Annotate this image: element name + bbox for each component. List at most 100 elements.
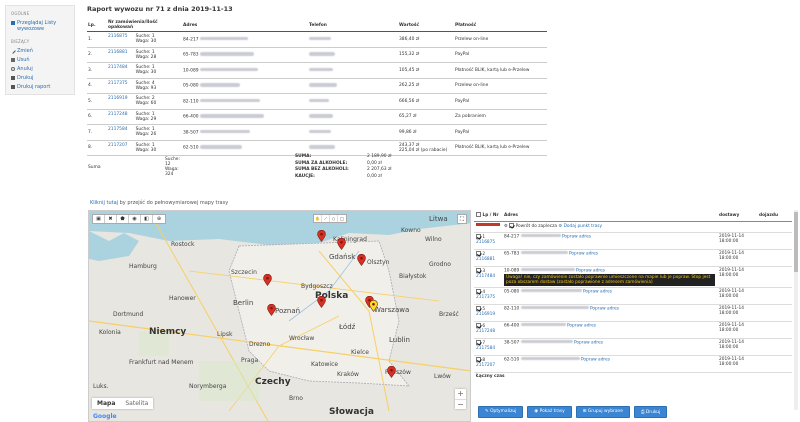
sums-block: SUMA: 2 189,90 zł SUMA ZA ALKOHOLE: 0,00 z… bbox=[295, 154, 392, 180]
stop-checkbox[interactable] bbox=[476, 233, 481, 239]
stop-checkbox[interactable] bbox=[476, 339, 481, 345]
order-link[interactable]: 2116875 bbox=[108, 34, 128, 44]
route-map[interactable]: ▣ ✖ ⬟ ◉ ◧ ⊕ ✋ ⟋ ○ □ ⛶ Litwa Kaliningrad … bbox=[88, 210, 471, 422]
map-label-czechy: Czechy bbox=[255, 377, 291, 387]
order-link[interactable]: 2117207 bbox=[108, 143, 128, 153]
map-type-map[interactable]: Mapa bbox=[92, 398, 120, 409]
table-row: 3. 2117484 Suche: 1 Waga: 30 10-089 105,45 … bbox=[87, 62, 547, 79]
sidebar-item-browse-lists[interactable]: Przeglądaj Listy wywozowe bbox=[6, 18, 74, 33]
map-link-text: Kliknij tutaj by przejść do pełnowymiaro… bbox=[90, 200, 229, 206]
map-label-wilno: Wilno bbox=[425, 236, 442, 243]
fix-address-link[interactable]: Popraw adres bbox=[569, 251, 598, 256]
order-link[interactable]: 2117248 bbox=[108, 112, 128, 122]
cancel-icon bbox=[11, 66, 15, 71]
row-lp: 2. bbox=[87, 47, 107, 63]
layer-tool-icon[interactable]: ◧ bbox=[141, 215, 153, 223]
sidebar-item-delete[interactable]: Usuń bbox=[6, 55, 74, 64]
sidebar-item-edit[interactable]: Zmień bbox=[6, 46, 74, 55]
order-link[interactable]: 2117484 bbox=[108, 65, 128, 75]
stop-order-link[interactable]: 2117248 bbox=[476, 329, 495, 334]
map-type-satellite[interactable]: Satelita bbox=[120, 398, 153, 409]
fix-address-link[interactable]: Popraw adres bbox=[574, 340, 603, 345]
row-payment: Przelew on-line bbox=[454, 31, 547, 48]
list-item: 3 2117484 10-089 Popraw adres Uwaga! nie, c… bbox=[474, 266, 792, 288]
add-route-point-link[interactable]: Dodaj punkt trasy bbox=[564, 224, 602, 229]
sidebar-item-label: Drukuj bbox=[17, 74, 34, 81]
fix-address-link[interactable]: Popraw adres bbox=[576, 268, 605, 273]
zoom-tool-icon[interactable]: ⊕ bbox=[153, 215, 165, 223]
table-row: 5. 2116919 Suche: 2 Waga: 60 82-110 666,56 … bbox=[87, 93, 547, 110]
sidebar-group-general: OGÓLNE bbox=[11, 11, 30, 16]
polygon-tool-icon[interactable]: ⬟ bbox=[117, 215, 129, 223]
map-label-brno: Brno bbox=[289, 395, 303, 402]
stop-checkbox[interactable] bbox=[476, 250, 481, 256]
map-label-bialystok: Białystok bbox=[399, 273, 427, 280]
print-icon bbox=[11, 84, 15, 89]
zoom-control: + − bbox=[455, 389, 466, 409]
stop-order-link[interactable]: 2117484 bbox=[476, 274, 495, 279]
sidebar-item-print[interactable]: Drukuj bbox=[6, 73, 74, 82]
col-address: Adres bbox=[182, 19, 308, 32]
row-phone bbox=[308, 62, 398, 79]
fix-address-link[interactable]: Popraw adres bbox=[583, 289, 612, 294]
zoom-out-icon[interactable]: − bbox=[455, 399, 466, 409]
row-phone bbox=[308, 78, 398, 94]
stop-checkbox[interactable] bbox=[476, 305, 481, 311]
gear-icon[interactable]: ⚙ bbox=[504, 224, 508, 229]
stop-checkbox[interactable] bbox=[476, 288, 481, 294]
map-label-szczecin: Szczecin bbox=[231, 269, 257, 276]
close-tool-icon[interactable]: ✖ bbox=[105, 215, 117, 223]
sidebar-item-label: Zmień bbox=[17, 47, 33, 54]
stop-checkbox[interactable] bbox=[476, 267, 481, 273]
circle-icon[interactable]: ○ bbox=[330, 215, 338, 222]
order-link[interactable]: 2116881 bbox=[108, 50, 128, 60]
list-icon bbox=[11, 20, 15, 25]
sidebar-item-cancel[interactable]: Anuluj bbox=[6, 64, 74, 73]
select-all-checkbox[interactable] bbox=[476, 212, 481, 218]
order-link[interactable]: 2116919 bbox=[108, 96, 128, 106]
sidebar: OGÓLNE Przeglądaj Listy wywozowe BIEŻĄCY… bbox=[5, 5, 75, 95]
fullscreen-icon[interactable]: ⛶ bbox=[457, 214, 467, 224]
sidebar-item-label: Anuluj bbox=[17, 65, 33, 72]
stop-order-link[interactable]: 2116881 bbox=[476, 257, 495, 262]
stop-checkbox[interactable] bbox=[476, 322, 481, 328]
stop-order-link[interactable]: 2117375 bbox=[476, 295, 495, 300]
stop-order-link[interactable]: 2117207 bbox=[476, 363, 495, 368]
stop-order-link[interactable]: 2117584 bbox=[476, 346, 495, 351]
fix-address-link[interactable]: Popraw adres bbox=[567, 323, 596, 328]
scrollbar-thumb[interactable] bbox=[794, 212, 798, 272]
list-item: 5 2116919 82-110 Popraw adres 2019-11-14 18:… bbox=[474, 304, 792, 322]
stop-order-link[interactable]: 2116875 bbox=[476, 240, 495, 245]
row-address: 84-217 bbox=[182, 31, 308, 48]
print-button[interactable]: ⎙ Drukuj bbox=[634, 406, 668, 418]
optimize-button[interactable]: ✎ Optymalizuj bbox=[478, 406, 524, 418]
sidebar-item-label: Drukuj raport bbox=[17, 83, 51, 90]
full-map-link[interactable]: Kliknij tutaj bbox=[90, 200, 118, 206]
order-link[interactable]: 2117375 bbox=[108, 81, 128, 91]
map-drawing-toolbar: ▣ ✖ ⬟ ◉ ◧ ⊕ bbox=[92, 214, 166, 224]
sidebar-item-label: Usuń bbox=[17, 56, 30, 63]
fix-address-link[interactable]: Popraw adres bbox=[562, 234, 591, 239]
group-selected-button[interactable]: ⊞ Grupuj wybrane bbox=[575, 406, 630, 418]
scrollbar[interactable] bbox=[794, 210, 798, 410]
select-tool-icon[interactable]: ▣ bbox=[93, 215, 105, 223]
hand-icon[interactable]: ✋ bbox=[314, 215, 322, 222]
return-checkbox[interactable] bbox=[509, 222, 515, 228]
row-lp: 1. bbox=[87, 31, 107, 48]
fix-address-link[interactable]: Popraw adres bbox=[590, 306, 619, 311]
row-payment: PayPal bbox=[454, 47, 547, 63]
stop-order-link[interactable]: 2116919 bbox=[476, 312, 495, 317]
line-icon[interactable]: ⟋ bbox=[322, 215, 330, 222]
list-item: 1 2116875 84-217 Popraw adres 2019-11-14 18:… bbox=[474, 232, 792, 250]
square-icon[interactable]: □ bbox=[338, 215, 346, 222]
eye-tool-icon[interactable]: ◉ bbox=[129, 215, 141, 223]
stop-checkbox[interactable] bbox=[476, 356, 481, 362]
order-link[interactable]: 2117584 bbox=[108, 127, 128, 137]
table-row: 7. 2117584 Suche: 1 Waga: 26 38-507 99,86 z… bbox=[87, 124, 547, 141]
show-route-button[interactable]: ◉ Pokaż trasy bbox=[527, 406, 572, 418]
stops-table: Lp / Nr Adres dostawy dojazdu ⚙ Powrót d… bbox=[474, 210, 792, 381]
fix-address-link[interactable]: Popraw adres bbox=[581, 357, 610, 362]
zoom-in-icon[interactable]: + bbox=[455, 389, 466, 399]
map-label-luxem: Luks. bbox=[93, 383, 109, 390]
sidebar-item-print-report[interactable]: Drukuj raport bbox=[6, 82, 74, 91]
